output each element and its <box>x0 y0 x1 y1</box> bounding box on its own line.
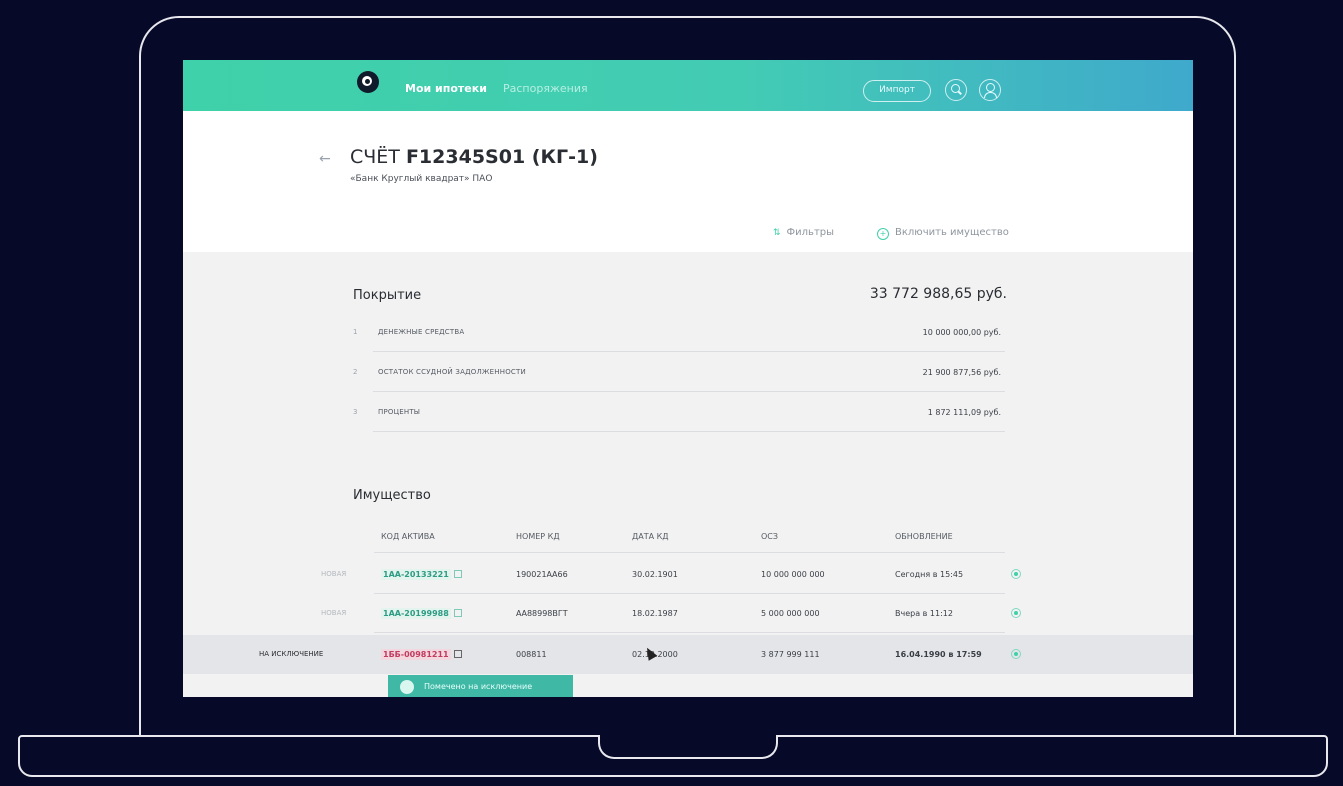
radio-icon[interactable] <box>1011 569 1021 579</box>
radio-icon[interactable] <box>1011 608 1021 618</box>
row-index: 3 <box>353 408 358 416</box>
plus-circle-icon: + <box>877 228 889 240</box>
edit-icon[interactable] <box>453 570 462 578</box>
app-screen: Мои ипотеки Распоряжения Импорт ← СЧЁТ F… <box>183 60 1193 697</box>
nav-my-mortgages[interactable]: Мои ипотеки <box>405 82 487 95</box>
column-header-kd-date[interactable]: ДАТА КД <box>632 532 669 541</box>
asset-code-cell[interactable]: 1АА-20199988 <box>381 608 462 619</box>
updated-cell: Сегодня в 15:45 <box>895 570 964 579</box>
partial-table-row <box>183 680 1193 697</box>
asset-code-cell[interactable]: 1АА-20133221 <box>381 569 462 580</box>
search-icon[interactable] <box>945 79 967 101</box>
row-status: НА ИСКЛЮЧЕНИЕ <box>259 650 324 658</box>
coverage-row: 1 ДЕНЕЖНЫЕ СРЕДСТВА 10 000 000,00 руб. <box>353 312 1005 352</box>
asset-code-link[interactable]: 1АА-20133221 <box>381 569 451 580</box>
asset-code-link[interactable]: 1ББ-00981211 <box>381 649 451 660</box>
exclusion-tooltip: Помечено на исключение <box>388 675 573 697</box>
import-button[interactable]: Импорт <box>863 80 931 102</box>
kd-number-cell: 190021АА66 <box>516 570 568 579</box>
osz-cell: 3 877 999 111 <box>761 650 820 659</box>
title-prefix: СЧЁТ <box>350 146 400 168</box>
row-amount: 10 000 000,00 руб. <box>922 328 1001 337</box>
filter-icon: ⇅ <box>773 228 781 238</box>
radio-icon[interactable] <box>1011 649 1021 659</box>
table-row[interactable]: НОВАЯ 1АА-20133221 190021АА66 30.02.1901… <box>183 555 1193 594</box>
kd-number-cell: АА88998ВГТ <box>516 609 568 618</box>
row-label: ДЕНЕЖНЫЕ СРЕДСТВА <box>378 328 465 336</box>
divider <box>374 632 1005 633</box>
user-icon[interactable] <box>979 79 1001 101</box>
laptop-notch <box>598 735 778 759</box>
row-index: 2 <box>353 368 358 376</box>
row-label: ПРОЦЕНТЫ <box>378 408 421 416</box>
divider <box>374 552 1005 553</box>
asset-code-cell[interactable]: 1ББ-00981211 <box>381 649 462 660</box>
account-header <box>183 111 1193 252</box>
edit-icon[interactable] <box>453 650 462 658</box>
updated-cell: Вчера в 11:12 <box>895 609 953 618</box>
table-row[interactable]: НОВАЯ 1АА-20199988 АА88998ВГТ 18.02.1987… <box>183 594 1193 633</box>
asset-code-link[interactable]: 1АА-20199988 <box>381 608 451 619</box>
coverage-row: 2 ОСТАТОК ССУДНОЙ ЗАДОЛЖЕННОСТИ 21 900 8… <box>353 352 1005 392</box>
column-header-asset-code[interactable]: КОД АКТИВА <box>381 532 435 541</box>
logo-icon[interactable] <box>357 71 379 93</box>
row-status: НОВАЯ <box>321 609 347 617</box>
column-header-osz[interactable]: ОСЗ <box>761 532 778 541</box>
row-amount: 21 900 877,56 руб. <box>922 368 1001 377</box>
divider <box>373 431 1005 432</box>
coverage-total: 33 772 988,65 руб. <box>869 286 1007 302</box>
row-index: 1 <box>353 328 358 336</box>
include-label: Включить имущество <box>895 227 1009 238</box>
row-status: НОВАЯ <box>321 570 347 578</box>
updated-cell: 16.04.1990 в 17:59 <box>895 650 982 659</box>
osz-cell: 10 000 000 000 <box>761 570 825 579</box>
arrow-left-icon[interactable]: ← <box>319 151 331 167</box>
property-title: Имущество <box>353 488 431 503</box>
filters-button[interactable]: ⇅ Фильтры <box>773 227 834 238</box>
column-header-kd-number[interactable]: НОМЕР КД <box>516 532 560 541</box>
osz-cell: 5 000 000 000 <box>761 609 820 618</box>
coverage-row: 3 ПРОЦЕНТЫ 1 872 111,09 руб. <box>353 392 1005 432</box>
account-number: F12345S01 (КГ-1) <box>405 146 598 168</box>
page-title: СЧЁТ F12345S01 (КГ-1) <box>350 146 598 168</box>
filters-label: Фильтры <box>786 227 835 238</box>
row-amount: 1 872 111,09 руб. <box>927 408 1001 417</box>
table-row-highlighted[interactable]: НА ИСКЛЮЧЕНИЕ 1ББ-00981211 008811 02.12.… <box>183 635 1193 674</box>
kd-date-cell: 18.02.1987 <box>632 609 678 618</box>
row-label: ОСТАТОК ССУДНОЙ ЗАДОЛЖЕННОСТИ <box>378 368 526 376</box>
column-header-updated[interactable]: ОБНОВЛЕНИЕ <box>895 532 953 541</box>
kd-number-cell: 008811 <box>516 650 547 659</box>
coverage-title: Покрытие <box>353 288 422 303</box>
edit-icon[interactable] <box>453 609 462 617</box>
top-navigation-bar: Мои ипотеки Распоряжения Импорт <box>183 60 1193 111</box>
include-property-button[interactable]: + Включить имущество <box>877 227 1009 240</box>
nav-orders[interactable]: Распоряжения <box>503 82 588 95</box>
bank-name: «Банк Круглый квадрат» ПАО <box>350 174 493 184</box>
kd-date-cell: 30.02.1901 <box>632 570 678 579</box>
